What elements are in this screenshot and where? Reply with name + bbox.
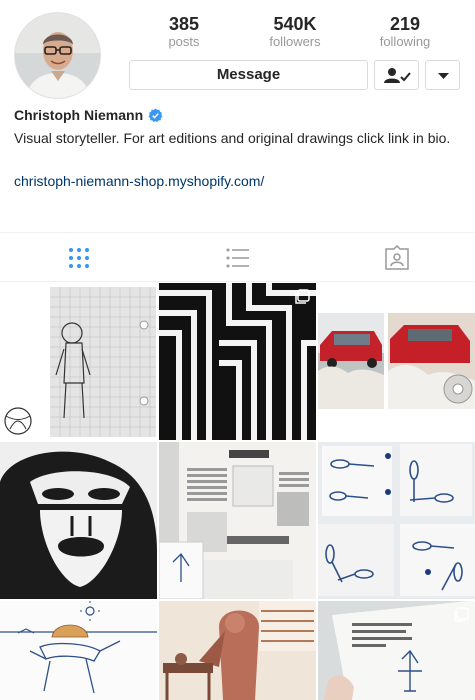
following-count: 219 bbox=[389, 14, 421, 34]
profile-avatar[interactable] bbox=[14, 12, 101, 99]
following-label: following bbox=[379, 34, 431, 49]
post-thumbnail[interactable] bbox=[159, 442, 316, 599]
post-image bbox=[318, 283, 475, 440]
stat-posts: 385 posts bbox=[129, 14, 239, 49]
post-thumbnail[interactable] bbox=[159, 601, 316, 700]
post-image bbox=[0, 601, 157, 700]
profile-header: 385 posts 540K followers 219 following M… bbox=[0, 0, 475, 225]
post-thumbnail[interactable] bbox=[0, 601, 157, 700]
multiple-posts-icon bbox=[454, 607, 469, 622]
post-thumbnail[interactable] bbox=[318, 442, 475, 599]
profile-view-tabs bbox=[0, 232, 475, 282]
multiple-posts-icon bbox=[295, 289, 310, 304]
profile-name: Christoph Niemann bbox=[14, 107, 144, 123]
post-thumbnail[interactable] bbox=[0, 442, 157, 599]
tab-tagged[interactable] bbox=[384, 244, 410, 271]
post-thumbnail[interactable] bbox=[318, 601, 475, 700]
post-grid bbox=[0, 283, 475, 700]
person-check-icon bbox=[384, 68, 411, 83]
profile-website-link[interactable]: christoph-niemann-shop.myshopify.com/ bbox=[14, 173, 264, 189]
followers-label: followers bbox=[269, 34, 321, 49]
grid-icon bbox=[69, 248, 89, 268]
post-image bbox=[318, 442, 475, 599]
post-image bbox=[159, 442, 316, 599]
post-image bbox=[0, 442, 157, 599]
post-thumbnail[interactable] bbox=[0, 283, 157, 440]
post-image bbox=[159, 283, 316, 440]
message-button[interactable]: Message bbox=[129, 60, 368, 90]
tab-list[interactable] bbox=[225, 245, 251, 271]
post-thumbnail[interactable] bbox=[159, 283, 316, 440]
posts-label: posts bbox=[168, 34, 200, 49]
list-icon bbox=[226, 248, 249, 268]
tagged-icon bbox=[385, 244, 409, 270]
post-image bbox=[159, 601, 316, 700]
profile-bio: Visual storyteller. For art editions and… bbox=[14, 130, 451, 146]
more-options-button[interactable] bbox=[425, 60, 460, 90]
verified-badge-icon bbox=[148, 107, 163, 122]
followers-count: 540K bbox=[273, 14, 317, 34]
post-image bbox=[318, 601, 475, 700]
stat-followers[interactable]: 540K followers bbox=[240, 14, 350, 49]
posts-count: 385 bbox=[168, 14, 200, 34]
tab-grid[interactable] bbox=[66, 245, 92, 271]
caret-down-icon bbox=[438, 73, 449, 79]
post-image bbox=[0, 283, 157, 440]
stat-following[interactable]: 219 following bbox=[350, 14, 460, 49]
post-thumbnail[interactable] bbox=[318, 283, 475, 440]
profile-name-row: Christoph Niemann bbox=[14, 105, 163, 125]
following-button[interactable] bbox=[374, 60, 419, 90]
